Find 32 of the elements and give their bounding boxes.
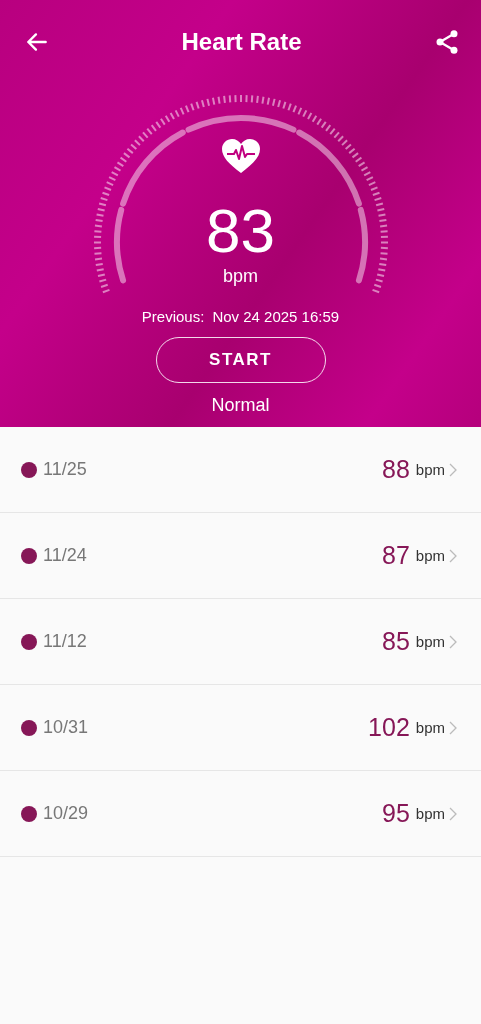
- dot-icon: [21, 461, 37, 478]
- previous-time: Nov 24 2025 16:59: [212, 308, 340, 325]
- chevron-right-icon: [449, 462, 457, 477]
- unit-label: bpm: [415, 633, 445, 650]
- chevron-right-icon: [449, 806, 457, 821]
- date-label: 10/31: [43, 717, 90, 738]
- chevron-right-icon: [449, 634, 457, 649]
- page-title: Heart Rate: [181, 28, 302, 56]
- unit-label: bpm: [415, 805, 445, 822]
- bpm-value: 85: [382, 627, 410, 656]
- previous-label: Previous:: [141, 308, 205, 325]
- unit-label: bpm: [223, 266, 258, 287]
- heart-pulse-icon: [220, 138, 261, 174]
- date-label: 11/12: [43, 631, 88, 652]
- unit-label: bpm: [415, 547, 445, 564]
- dot-icon: [21, 719, 37, 736]
- bpm-value: 88: [382, 455, 410, 484]
- date-label: 11/25: [43, 459, 88, 480]
- bpm-value: 95: [382, 799, 410, 828]
- chevron-right-icon: [449, 720, 457, 735]
- unit-label: bpm: [415, 719, 445, 736]
- date-label: 10/29: [43, 803, 90, 824]
- date-label: 11/24: [43, 545, 88, 566]
- dot-icon: [21, 547, 37, 564]
- bpm-value: 102: [368, 713, 410, 742]
- dot-icon: [21, 633, 37, 650]
- heart-rate-value: 83: [206, 200, 275, 262]
- status-label: Normal: [211, 395, 270, 416]
- chevron-right-icon: [449, 548, 457, 563]
- dot-icon: [21, 805, 37, 822]
- unit-label: bpm: [415, 461, 445, 478]
- bpm-value: 87: [382, 541, 410, 570]
